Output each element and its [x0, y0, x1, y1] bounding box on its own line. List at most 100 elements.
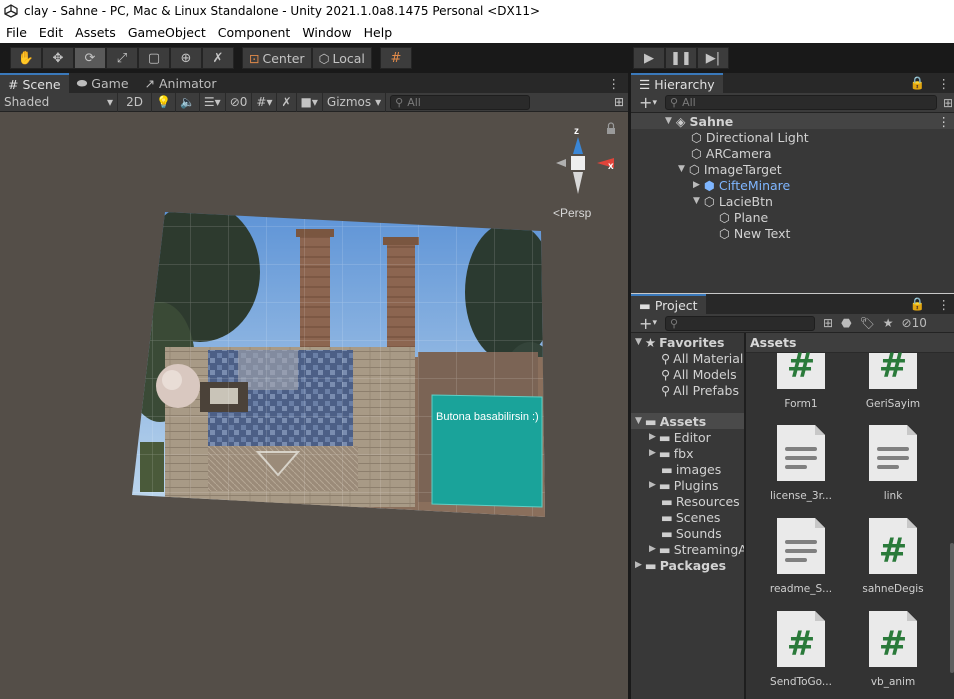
tools-toggle[interactable]: ✗	[277, 92, 297, 112]
search-icon: ⚲	[670, 96, 679, 109]
asset-item-link[interactable]: link	[848, 425, 938, 502]
project-lock-button[interactable]: 🔒	[902, 294, 934, 314]
chevron-down-icon: ▾	[106, 95, 113, 109]
hierarchy-item-imagetarget[interactable]: ▼ ⬡ ImageTarget	[678, 161, 782, 177]
tree-folder-plugins[interactable]: ▶ ▬ Plugins	[649, 477, 719, 493]
hierarchy-item-directional-light[interactable]: ⬡ Directional Light	[691, 129, 809, 145]
tree-folder-sounds[interactable]: ▬ Sounds	[661, 525, 722, 541]
move-tool-button[interactable]: ✥	[42, 47, 74, 69]
menu-window[interactable]: Window	[296, 25, 357, 40]
project-tab-bar: ▬ Project 🔒 ⋮	[631, 294, 954, 314]
tree-folder-images[interactable]: ▬ images	[661, 461, 721, 477]
scale-tool-button[interactable]: ⤢	[106, 47, 138, 69]
tree-favorite-all-models[interactable]: ⚲ All Models	[661, 366, 737, 382]
tab-animator[interactable]: ↗ Animator	[137, 73, 225, 93]
tree-favorites-label: Favorites	[659, 334, 725, 350]
toggle-2d-button[interactable]: 2D	[118, 92, 152, 112]
main-toolbar: ✋ ✥ ⟳ ⤢ ▢ ⊕ ✗ ⊡ Center ⬡ Local # ▶ ❚❚ ▶|	[0, 43, 954, 73]
menu-gameobject[interactable]: GameObject	[122, 25, 212, 40]
effects-dropdown[interactable]: ☰▾	[200, 92, 226, 112]
hand-tool-button[interactable]: ✋	[10, 47, 42, 69]
tag-icon[interactable]: 🏷	[860, 316, 875, 330]
tree-assets[interactable]: ▼ ▬ Assets	[631, 413, 744, 429]
scene-menu-button[interactable]: ⋮	[600, 73, 629, 93]
asset-grid-scrollbar[interactable]	[950, 543, 954, 673]
hidden-packages-toggle[interactable]: ⊘ 10	[902, 316, 927, 330]
shading-mode-dropdown[interactable]: Shaded ▾	[0, 92, 118, 112]
asset-item-license[interactable]: license_3r...	[756, 425, 846, 502]
tab-project[interactable]: ▬ Project	[631, 294, 706, 314]
menu-help[interactable]: Help	[358, 25, 399, 40]
search-options-icon[interactable]: ⊞	[943, 96, 953, 110]
tree-favorite-all-materials[interactable]: ⚲ All Materials	[661, 350, 744, 366]
scene-orientation-gizmo[interactable]: z x	[556, 126, 614, 194]
custom-tool-button[interactable]: ✗	[202, 47, 234, 69]
expand-arrow-icon: ▼	[635, 337, 642, 347]
lighting-toggle[interactable]: 💡	[152, 92, 176, 112]
persp-label[interactable]: <Persp	[553, 206, 592, 220]
gizmos-dropdown[interactable]: Gizmos ▾	[323, 92, 387, 112]
lock-icon[interactable]	[607, 122, 615, 134]
project-menu-button[interactable]: ⋮	[934, 294, 954, 314]
grid-snap-button[interactable]: #	[379, 47, 412, 69]
scene-viewport[interactable]: Butona basabilirsin :) z x <Persp	[0, 112, 628, 699]
asset-item-sahnedegis[interactable]: # sahneDegis	[848, 518, 938, 595]
asset-item-sendtogo[interactable]: # SendToGo...	[756, 611, 846, 688]
project-create-button[interactable]: + ▾	[631, 314, 665, 333]
step-button[interactable]: ▶|	[697, 47, 729, 69]
rotate-tool-button[interactable]: ⟳	[74, 47, 106, 69]
camera-icon: ■▾	[300, 95, 318, 109]
tree-folder-scenes[interactable]: ▬ Scenes	[661, 509, 720, 525]
hierarchy-item-laciebtn[interactable]: ▼ ⬡ LacieBtn	[693, 193, 773, 209]
tree-folder-editor[interactable]: ▶ ▬ Editor	[649, 429, 711, 445]
kebab-icon[interactable]: ⋮	[938, 114, 951, 129]
hidden-objects-toggle[interactable]: ⊘ 0	[226, 92, 253, 112]
asset-item-readme[interactable]: readme_S...	[756, 518, 846, 595]
asset-item-form1[interactable]: # Form1	[756, 333, 846, 410]
asset-item-gerisayim[interactable]: # GeriSayim	[848, 333, 938, 410]
scene-asset-icon: ◈	[675, 113, 686, 129]
tree-packages[interactable]: ▶ ▬ Packages	[635, 557, 726, 573]
pivot-center-button[interactable]: ⊡ Center	[242, 47, 312, 69]
play-button[interactable]: ▶	[633, 47, 665, 69]
hierarchy-search-input[interactable]: ⚲ All	[665, 95, 937, 110]
menu-assets[interactable]: Assets	[69, 25, 122, 40]
tree-favorite-all-prefabs[interactable]: ⚲ All Prefabs	[661, 382, 739, 398]
audio-toggle[interactable]: 🔈	[176, 92, 200, 112]
hierarchy-lock-button[interactable]: 🔒	[902, 73, 934, 93]
pause-button[interactable]: ❚❚	[665, 47, 697, 69]
asset-item-vb-anim[interactable]: # vb_anim	[848, 611, 938, 688]
tab-game[interactable]: ⬬ Game	[69, 73, 137, 93]
folder-icon: ▬	[661, 509, 673, 525]
menu-component[interactable]: Component	[212, 25, 297, 40]
hierarchy-item-new-text[interactable]: ⬡ New Text	[719, 225, 790, 241]
hierarchy-item-plane[interactable]: ⬡ Plane	[719, 209, 768, 225]
search-by-label-icon[interactable]: ⬣	[841, 316, 851, 330]
hierarchy-create-button[interactable]: + ▾	[631, 93, 665, 112]
hierarchy-item-ciftеminare[interactable]: ▶ ⬢ CifteMinare	[693, 177, 790, 193]
scene-search-input[interactable]: ⚲ All	[390, 94, 531, 110]
hierarchy-menu-button[interactable]: ⋮	[934, 73, 954, 93]
menu-edit[interactable]: Edit	[33, 25, 69, 40]
grid-toggle[interactable]: #▾	[252, 92, 278, 112]
tree-favorites[interactable]: ▼ ★ Favorites	[635, 334, 724, 350]
search-icon: ⚲	[661, 366, 671, 382]
project-search-input[interactable]: ⚲	[665, 315, 815, 331]
hierarchy-item-arcamera[interactable]: ⬡ ARCamera	[691, 145, 772, 161]
plus-icon: +	[639, 93, 653, 112]
hierarchy-item-sahne[interactable]: ▼ ◈ Sahne ⋮	[631, 113, 954, 129]
rect-tool-button[interactable]: ▢	[138, 47, 170, 69]
star-icon[interactable]: ★	[883, 316, 894, 330]
menu-file[interactable]: File	[0, 25, 33, 40]
tree-folder-streamingassets[interactable]: ▶ ▬ StreamingA	[649, 541, 744, 557]
scene-search-options[interactable]: ⊞	[610, 93, 628, 112]
pivot-local-button[interactable]: ⬡ Local	[311, 47, 372, 69]
transform-tool-button[interactable]: ⊕	[170, 47, 202, 69]
asset-item-label: SendToGo...	[770, 676, 832, 688]
tree-folder-resources[interactable]: ▬ Resources	[661, 493, 740, 509]
tree-folder-fbx[interactable]: ▶ ▬ fbx	[649, 445, 693, 461]
tab-scene[interactable]: # Scene	[0, 73, 69, 93]
tab-hierarchy[interactable]: ☰ Hierarchy	[631, 73, 723, 93]
search-by-type-icon[interactable]: ⊞	[823, 316, 833, 330]
camera-dropdown[interactable]: ■▾	[297, 92, 323, 112]
